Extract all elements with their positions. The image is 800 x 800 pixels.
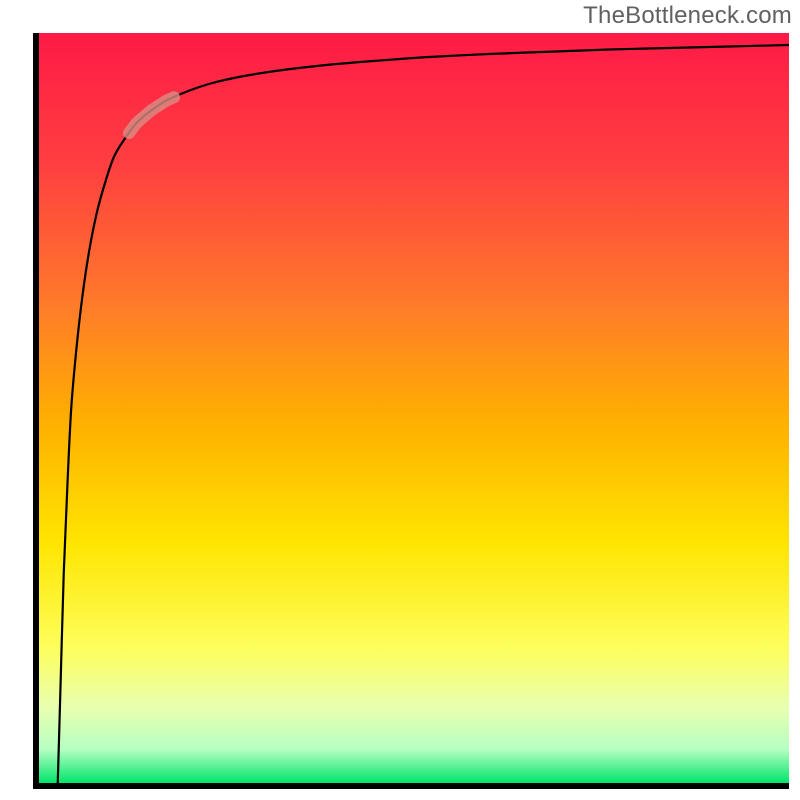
highlight-segment — [129, 97, 174, 133]
plot-frame — [33, 33, 789, 789]
curve-path — [58, 45, 789, 783]
plot-area — [39, 33, 789, 783]
watermark-text: TheBottleneck.com — [583, 2, 792, 30]
curve-layer — [39, 33, 789, 783]
chart-container: TheBottleneck.com — [0, 0, 800, 800]
